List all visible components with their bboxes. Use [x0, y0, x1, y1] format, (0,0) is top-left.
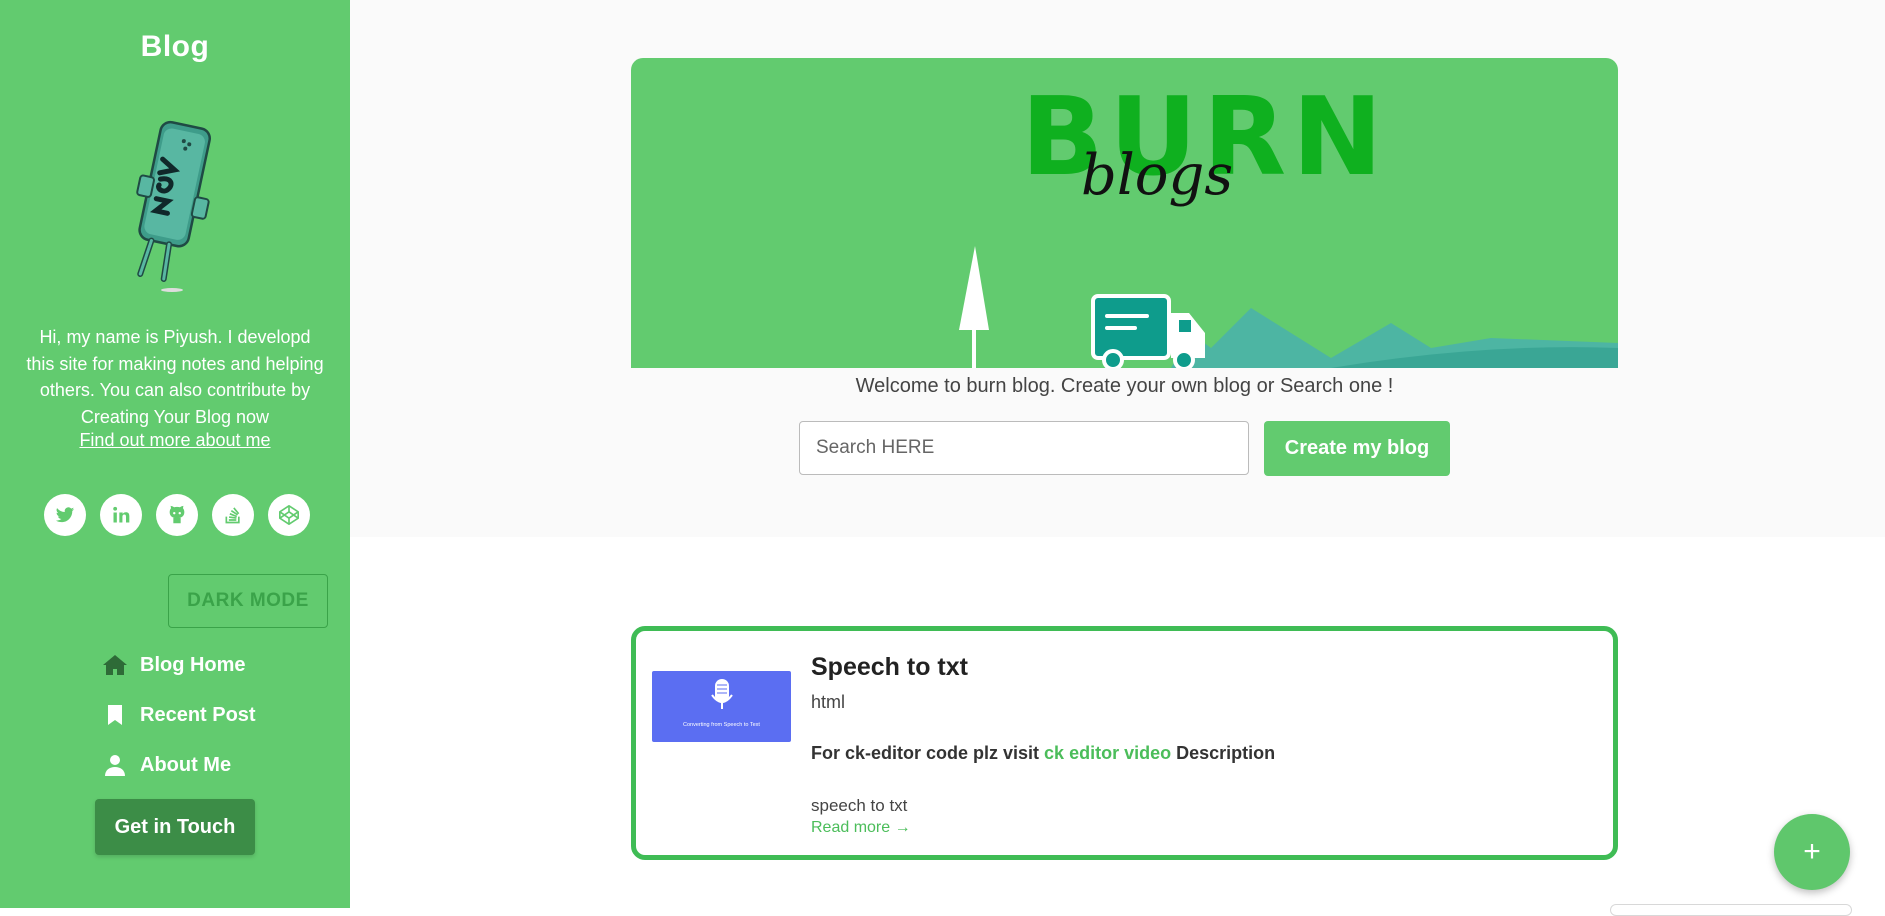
sidebar-nav: Blog Home Recent Post About Me [102, 640, 256, 790]
post-tag: html [811, 692, 846, 712]
search-input[interactable] [799, 421, 1249, 475]
dark-mode-button[interactable]: DARK MODE [168, 574, 328, 628]
banner-illustration: BURN blogs [959, 75, 1618, 368]
brand-title[interactable]: Blog [0, 30, 350, 64]
hero-banner: BURN blogs [631, 58, 1618, 368]
home-icon [102, 654, 128, 676]
thumbnail-caption: Converting from Speech to Text [683, 722, 760, 728]
user-icon [102, 754, 128, 776]
twitter-icon[interactable] [44, 494, 86, 536]
linkedin-icon[interactable] [100, 494, 142, 536]
bookmark-icon [102, 704, 128, 726]
post-desc-prefix: For ck-editor code plz visit [811, 743, 1045, 763]
sidebar-item-blog-home[interactable]: Blog Home [102, 640, 256, 690]
about-me-link[interactable]: Find out more about me [0, 430, 350, 451]
microphone-icon [711, 679, 733, 709]
sidebar-item-label: Recent Post [140, 703, 256, 726]
read-more-link[interactable]: Read more → [811, 819, 911, 837]
sidebar: Blog Hi, my name is Piyush. I developd t… [0, 0, 350, 908]
welcome-text: Welcome to burn blog. Create your own bl… [855, 375, 1394, 397]
bio-text: Hi, my name is Piyush. I developd this s… [26, 327, 324, 427]
banner-logo-blogs: blogs [1081, 143, 1233, 208]
post-excerpt: speech to txt [811, 796, 908, 815]
sidebar-item-label: Blog Home [140, 653, 246, 676]
get-in-touch-button[interactable]: Get in Touch [95, 799, 255, 855]
mascot-avatar [118, 112, 228, 302]
add-post-button[interactable]: + [1774, 814, 1850, 890]
sidebar-item-about-me[interactable]: About Me [102, 740, 256, 790]
partial-card-edge [1610, 904, 1852, 916]
sidebar-item-recent-post[interactable]: Recent Post [102, 690, 256, 740]
post-title[interactable]: Speech to txt [811, 653, 968, 682]
ck-editor-video-link[interactable]: ck editor video [1044, 743, 1171, 763]
post-thumbnail[interactable]: Converting from Speech to Text [652, 671, 791, 742]
post-card[interactable]: Converting from Speech to Text Speech to… [631, 626, 1618, 860]
post-description: For ck-editor code plz visit ck editor v… [811, 743, 1275, 764]
social-links [44, 494, 310, 536]
github-icon[interactable] [156, 494, 198, 536]
create-blog-button[interactable]: Create my blog [1264, 421, 1450, 476]
post-desc-suffix: Description [1171, 743, 1276, 763]
stackoverflow-icon[interactable] [212, 494, 254, 536]
sidebar-item-label: About Me [140, 753, 232, 776]
codepen-icon[interactable] [268, 494, 310, 536]
